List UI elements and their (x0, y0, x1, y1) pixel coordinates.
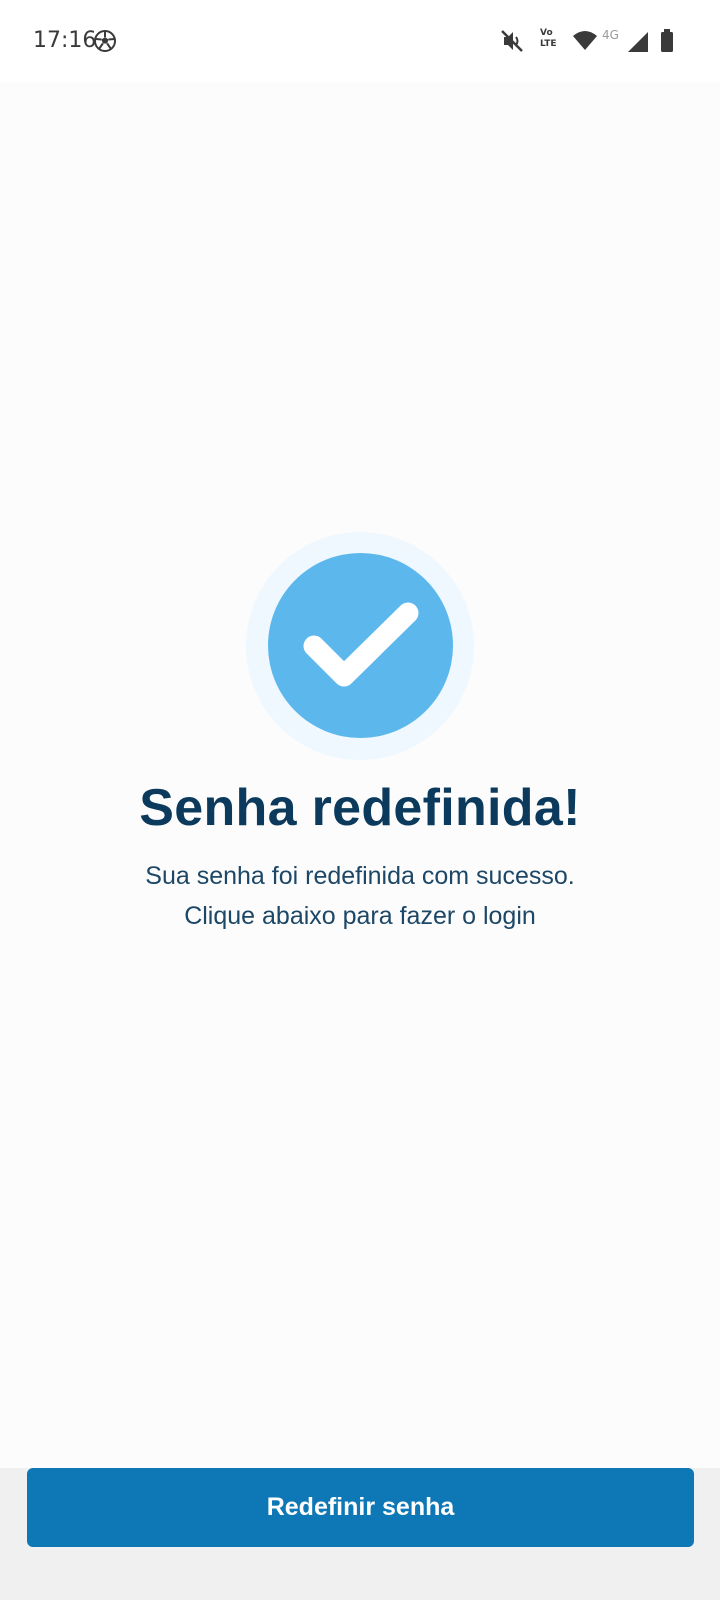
status-bar: 17:16 Vo LTE 4G (0, 0, 720, 82)
status-icons: Vo LTE 4G (500, 28, 690, 54)
signal-icon (628, 32, 648, 52)
success-icon-circle (268, 553, 453, 738)
status-time: 17:16 (33, 28, 97, 53)
soccer-ball-icon (94, 30, 116, 52)
volte-label-top: Vo (540, 28, 553, 38)
volte-label-bottom: LTE (540, 39, 557, 49)
success-message-line-2: Clique abaixo para fazer o login (184, 902, 536, 930)
success-message-line-1: Sua senha foi redefinida com sucesso. (145, 862, 575, 890)
battery-icon (661, 29, 673, 52)
mute-icon (501, 30, 523, 52)
volte-icon: Vo LTE (540, 28, 564, 54)
check-icon (303, 602, 419, 687)
password-reset-success-screen: 17:16 Vo LTE 4G Senha redefinida! Sua se… (0, 0, 720, 1600)
success-title: Senha redefinida! (139, 779, 581, 837)
reset-password-button[interactable]: Redefinir senha (27, 1468, 694, 1547)
network-type-label: 4G (602, 28, 619, 42)
wifi-icon (573, 31, 597, 50)
